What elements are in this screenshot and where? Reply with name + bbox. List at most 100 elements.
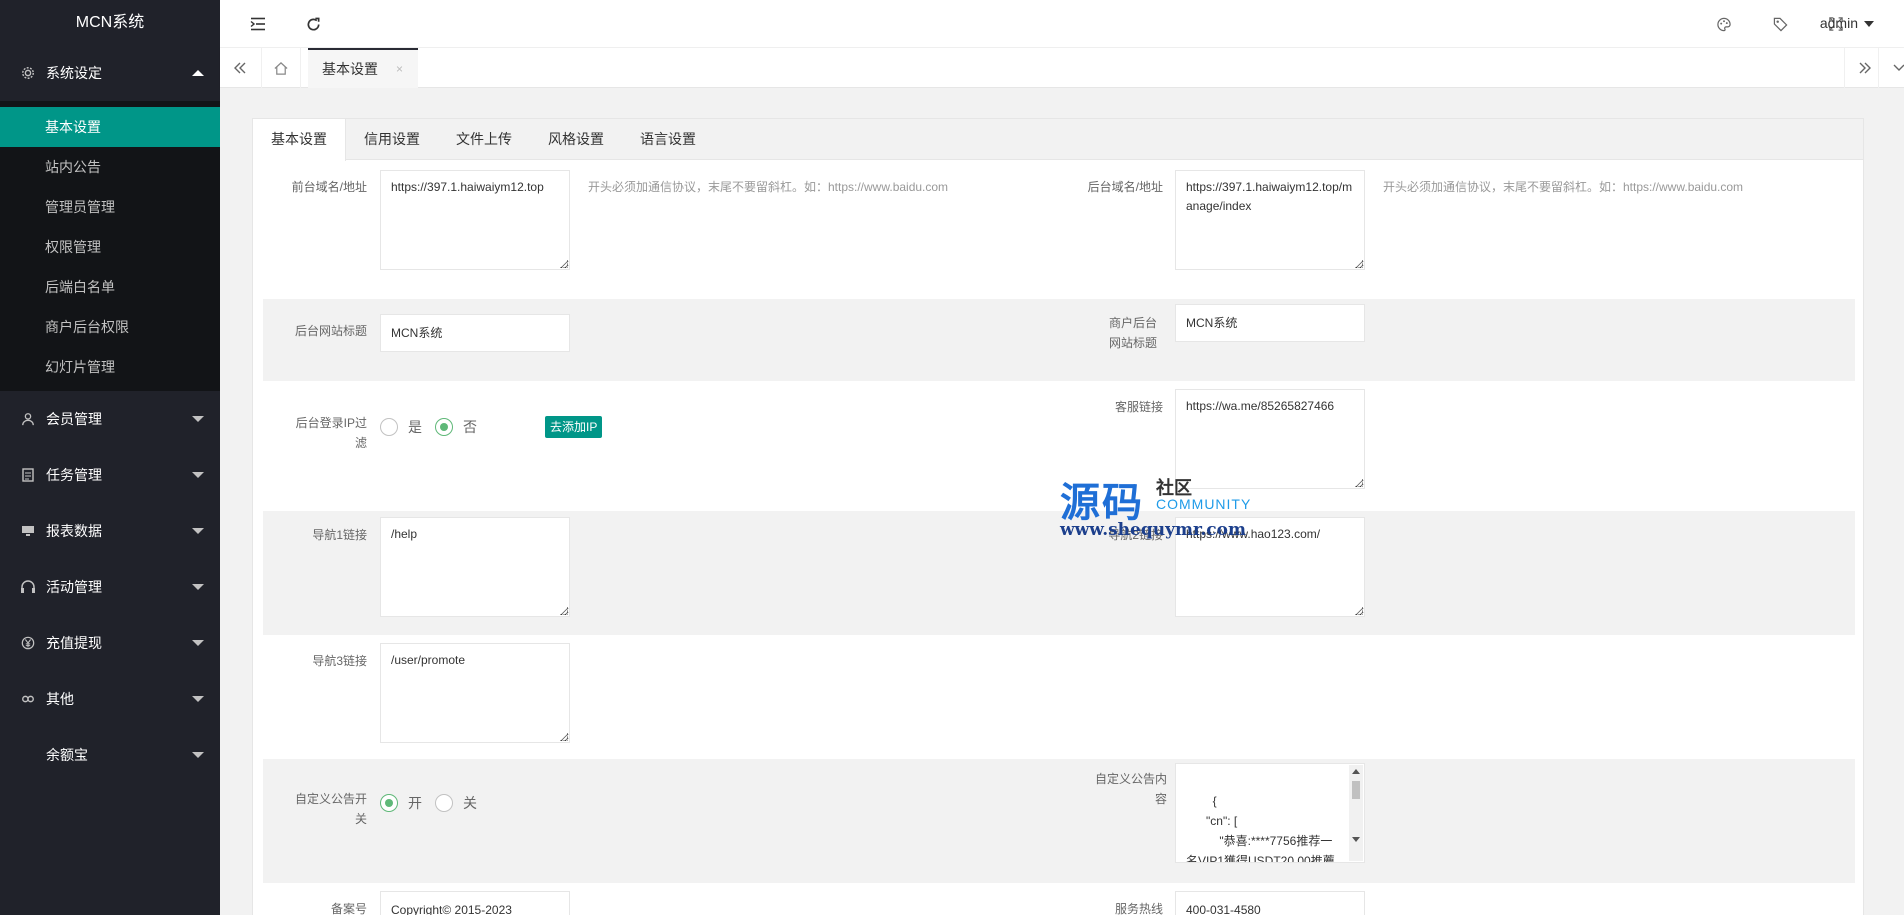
tab-label: 基本设置 <box>322 61 378 77</box>
menu-head-label: 活动管理 <box>46 579 102 595</box>
ip-filter-radio-yes[interactable]: 是 <box>380 417 422 437</box>
backend-domain-field[interactable]: https://397.1.haiwaiym12.top/manage/inde… <box>1175 170 1365 270</box>
sidebar-item-admin-management[interactable]: 管理员管理 <box>0 187 220 227</box>
scroll-thumb[interactable] <box>1352 781 1360 799</box>
form-row-titles: 后台网站标题 MCN系统 商户后台网站标题 MCN系统 <box>263 299 1855 381</box>
tab-credit[interactable]: 信用设置 <box>346 119 438 160</box>
tabs-menu-chevron-icon[interactable] <box>1878 48 1904 88</box>
caret-down-icon <box>192 472 204 478</box>
link-icon <box>20 691 36 707</box>
merchant-title-label: 商户后台网站标题 <box>1108 316 1157 350</box>
form-row-nav3: 导航3链接 /user/promote <box>263 635 1855 759</box>
caret-down-icon <box>192 528 204 534</box>
yen-icon <box>20 635 36 651</box>
chart-icon <box>20 523 36 539</box>
menu-head-tasks[interactable]: 任务管理 <box>0 447 220 503</box>
radio-circle <box>380 418 398 436</box>
menu-head-label: 会员管理 <box>46 411 102 427</box>
close-icon[interactable]: × <box>396 62 403 76</box>
app-logo[interactable]: MCN系统 <box>0 0 220 45</box>
tag-icon[interactable] <box>1760 0 1800 48</box>
caret-down-icon <box>192 584 204 590</box>
tab-style[interactable]: 风格设置 <box>530 119 622 160</box>
caret-down-icon <box>192 640 204 646</box>
menu-head-yuebao[interactable]: 余额宝 <box>0 727 220 783</box>
menu-head-members[interactable]: 会员管理 <box>0 391 220 447</box>
notice-switch-radio-off[interactable]: 关 <box>435 793 477 813</box>
sidebar-item-backend-whitelist[interactable]: 后端白名单 <box>0 267 220 307</box>
notice-switch-label: 自定义公告开关 <box>294 792 367 826</box>
settings-card: 基本设置 信用设置 文件上传 风格设置 语言设置 前台域名/地址 https:/… <box>252 118 1864 915</box>
theme-icon[interactable] <box>1704 0 1744 48</box>
backend-title-input[interactable]: MCN系统 <box>380 314 570 352</box>
main-content: 基本设置 信用设置 文件上传 风格设置 语言设置 前台域名/地址 https:/… <box>220 88 1904 915</box>
sidebar-item-permissions[interactable]: 权限管理 <box>0 227 220 267</box>
sidebar-item-announcements[interactable]: 站内公告 <box>0 147 220 187</box>
form-row-domains: 前台域名/地址 https://397.1.haiwaiym12.top 开头必… <box>263 169 1855 277</box>
menu-head-reports[interactable]: 报表数据 <box>0 503 220 559</box>
headset-icon <box>20 579 36 595</box>
caret-down-icon <box>192 752 204 758</box>
scroll-up-icon <box>1352 769 1360 774</box>
nav1-label: 导航1链接 <box>312 528 367 542</box>
page-tabbar: 基本设置 × <box>220 48 1904 88</box>
home-icon[interactable] <box>261 48 301 88</box>
caret-down-icon <box>192 416 204 422</box>
refresh-icon[interactable] <box>293 0 333 48</box>
nav3-field[interactable]: /user/promote <box>380 643 570 743</box>
menu-fold-icon[interactable] <box>238 0 278 48</box>
tab-file-upload[interactable]: 文件上传 <box>438 119 530 160</box>
scroll-down-icon <box>1352 837 1360 842</box>
ip-filter-label: 后台登录IP过滤 <box>295 416 367 450</box>
menu-head-activities[interactable]: 活动管理 <box>0 559 220 615</box>
icp-label: 备案号 <box>330 902 367 915</box>
nav2-field[interactable]: https://www.hao123.com/ <box>1175 517 1365 617</box>
menu-head-label: 充值提现 <box>46 635 102 651</box>
ip-filter-radio-no[interactable]: 否 <box>435 417 477 437</box>
hotline-label: 服务热线 <box>1114 902 1163 915</box>
notice-scrollbar[interactable] <box>1349 765 1363 861</box>
sidebar-item-slideshow[interactable]: 幻灯片管理 <box>0 347 220 387</box>
menu-head-label: 余额宝 <box>46 747 88 763</box>
form-row-nav12: 导航1链接 /help 导航2链接 https://www.hao123.com… <box>263 511 1855 635</box>
form-row-icp-hotline: 备案号 Copyright© 2015-2023 服务热线 400-031-45… <box>263 885 1855 915</box>
frontend-domain-field[interactable]: https://397.1.haiwaiym12.top <box>380 170 570 270</box>
backend-title-label: 后台网站标题 <box>294 324 367 338</box>
nav3-label: 导航3链接 <box>312 654 367 668</box>
menu-head-label: 系统设定 <box>46 65 102 81</box>
tab-language[interactable]: 语言设置 <box>622 119 714 160</box>
service-link-field[interactable]: https://wa.me/85265827466 <box>1175 389 1365 489</box>
backend-domain-label: 后台域名/地址 <box>1087 180 1163 194</box>
caret-up-icon <box>192 70 204 76</box>
tab-basic-settings[interactable]: 基本设置 × <box>308 48 418 88</box>
radio-circle <box>435 418 453 436</box>
user-menu[interactable]: admin <box>1820 0 1874 48</box>
frontend-domain-hint: 开头必须加通信协议，末尾不要留斜杠。如：https://www.baidu.co… <box>588 180 949 194</box>
nav2-label: 导航2链接 <box>1108 528 1163 542</box>
caret-down-icon <box>192 696 204 702</box>
menu-head-other[interactable]: 其他 <box>0 671 220 727</box>
backend-domain-hint: 开头必须加通信协议，末尾不要留斜杠。如：https://www.baidu.co… <box>1383 180 1744 194</box>
notice-content-field[interactable]: { "cn": [ "恭喜:****7756推荐一名VIP1獲得USDT20.0… <box>1175 763 1365 863</box>
user-icon <box>20 411 36 427</box>
tabs-scroll-left-icon[interactable] <box>220 48 260 88</box>
menu-head-label: 其他 <box>46 691 74 707</box>
submenu-system: 基本设置 站内公告 管理员管理 权限管理 后端白名单 商户后台权限 幻灯片管理 <box>0 101 220 391</box>
hotline-input[interactable]: 400-031-4580 <box>1175 891 1365 915</box>
notice-switch-radio-on[interactable]: 开 <box>380 793 422 813</box>
radio-circle <box>380 794 398 812</box>
icp-input[interactable]: Copyright© 2015-2023 <box>380 891 570 915</box>
nav1-field[interactable]: /help <box>380 517 570 617</box>
tab-basic[interactable]: 基本设置 <box>253 119 346 161</box>
radio-circle <box>435 794 453 812</box>
merchant-title-input[interactable]: MCN系统 <box>1175 304 1365 342</box>
menu-head-recharge[interactable]: 充值提现 <box>0 615 220 671</box>
frontend-domain-label: 前台域名/地址 <box>291 180 367 194</box>
menu-head-system-settings[interactable]: 系统设定 <box>0 45 220 101</box>
add-ip-button[interactable]: 去添加IP <box>545 416 603 438</box>
notice-content-label: 自定义公告内容 <box>1094 772 1167 806</box>
form-row-ip-service: 后台登录IP过滤 是 否 去添加IP 客服链接 https://wa.me/85… <box>263 389 1855 509</box>
menu-head-label: 任务管理 <box>46 467 102 483</box>
sidebar-item-basic-settings[interactable]: 基本设置 <box>0 107 220 147</box>
sidebar-item-merchant-permissions[interactable]: 商户后台权限 <box>0 307 220 347</box>
